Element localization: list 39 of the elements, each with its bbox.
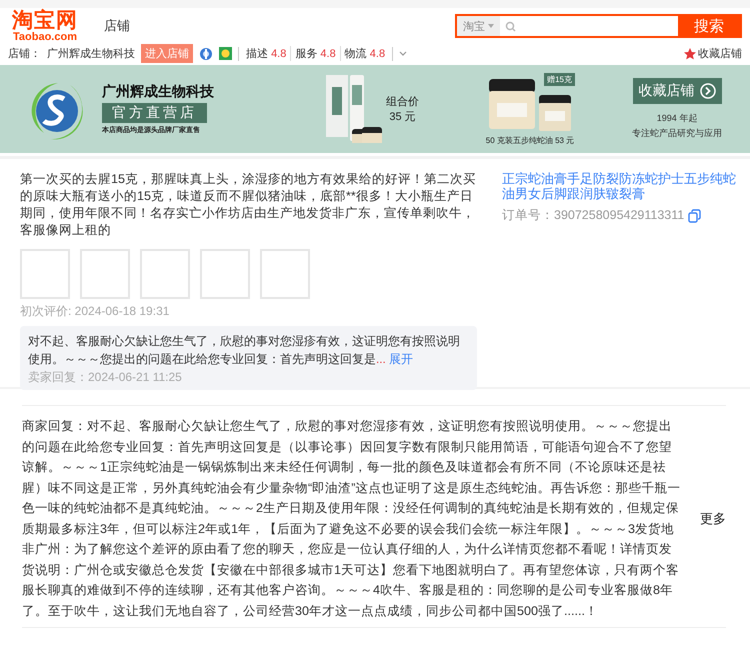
favorite-store-link[interactable]: 收藏店铺 xyxy=(698,46,742,61)
favorite-store-button[interactable]: 收藏店铺 xyxy=(632,78,722,104)
gift-badge: 赠15克 xyxy=(544,72,575,86)
banner-focus: 专注蛇产品研究与应用 xyxy=(632,127,722,140)
banner-store-name: 广州辉成生物科技 xyxy=(102,83,214,101)
rating-item: 描述 4.8 xyxy=(242,46,292,61)
star-icon xyxy=(684,48,696,60)
crown-badge-icon xyxy=(199,46,213,60)
banner-since: 1994 年起 xyxy=(656,112,698,125)
rating-item: 物流 4.8 xyxy=(344,46,386,61)
section-title: 店铺 xyxy=(104,17,130,35)
logo-text[interactable]: 淘宝网 xyxy=(12,10,78,32)
photo-thumbnail[interactable] xyxy=(260,249,310,299)
review-text: 第一次买的去腥15克，那腥味真上头，涂湿疹的地方有效果给的好评！第二次买的原味大瓶有送小的15克，味道反而不腥似猪油味，底部**很多！大小瓶生产日期同，使用年限不同！名存实亡小作坊店由生产地发货非广东，宣传单剩吹牛，客服像网上租的 xyxy=(20,171,478,239)
medal-icon xyxy=(219,47,232,60)
expand-link[interactable]: 展开 xyxy=(389,352,414,366)
more-link[interactable]: 更多 xyxy=(700,510,726,528)
combo-label: 组合价 xyxy=(386,95,419,109)
order-number: 订单号：3907258095429113311 xyxy=(502,207,684,224)
rating-item: 服务 4.8 xyxy=(291,46,341,61)
store-label: 店铺： xyxy=(8,46,41,61)
chevron-down-icon[interactable] xyxy=(399,51,408,56)
product-title-link[interactable]: 正宗蛇油膏手足防裂防冻蛇护士五步纯蛇油男女后脚跟润肤皲裂膏 xyxy=(502,171,742,201)
logo-subtext[interactable]: Taobao.com xyxy=(13,32,77,42)
offer-caption: 50 克装五步纯蛇油 53 元 xyxy=(486,134,574,146)
arrow-circle-icon xyxy=(700,83,716,99)
photo-thumbnail[interactable] xyxy=(140,249,190,299)
review-time: 初次评价: 2024-06-18 19:31 xyxy=(20,303,170,320)
copy-icon[interactable] xyxy=(688,208,702,222)
banner-store-type: 官方直营店 xyxy=(102,103,207,123)
photo-thumbnail[interactable] xyxy=(20,249,70,299)
photo-thumbnail[interactable] xyxy=(200,249,250,299)
store-name: 广州辉成生物科技 xyxy=(47,46,135,61)
seller-reply-time: 卖家回复：2024-06-21 11:25 xyxy=(28,369,183,386)
combo-price: 35 元 xyxy=(389,110,416,124)
enter-store-button[interactable]: 进入店铺 xyxy=(141,44,193,63)
photo-thumbnail[interactable] xyxy=(80,249,130,299)
merchant-reply-text: 商家回复：对不起、客服耐心欠缺让您生气了，欣慰的事对您湿疹有效，这证明您有按照说明使用。～～～您提出的问题在此给您专业回复：首先声明这回复是（以事论事）因回复字数有限制只能用简语，可能语句迎合不了您望谅解。～～～1正宗纯蛇油是一锅锅炼制出来未经任何调制，每一批的颜色及味道都会有所不同（不论原味还是祛腥）味不同这是正常，另外真纯蛇油会有少量杂物“即油渣”这点也证明了这是原生态纯蛇油。再告诉您：那些千瓶一色一味的纯蛇油都不是真纯蛇油。～～～2生产日期及使用年限：没经任何调制的真纯蛇油是长期有效的，但规定保质期最多标注3年，但可以标注2年或1年，【后面为了避免这不必要的误会我们会统一标注年限】。～～～3发货地非广州：为了解您这个差评的原由看了您的聊天，您应是一位认真仔细的人，为什么详情页您都不看呢！详情页发货说明：广州仓或安徽总仓发货【安徽在中部很多城市1天可达】您看下地图就明白了。再有望您体谅，只有两个客服长聊真的难做到不停的连续聊，还有其他客户咨询。～～～4吹牛、客服是租的：同您聊的是公司专业客服做8年了。至于吹牛，这让我们无地自容了，公司经营30年才这一点点成绩，同步公司都中国500强了......！ xyxy=(22,418,682,620)
seller-reply-text: 对不起、客服耐心欠缺让您生气了，欣慰的事对您湿疹有效，这证明您有按照说明使用。～～～您提出的问题在此给您专业回复：首先声明这回复是... 展开 xyxy=(28,333,461,368)
